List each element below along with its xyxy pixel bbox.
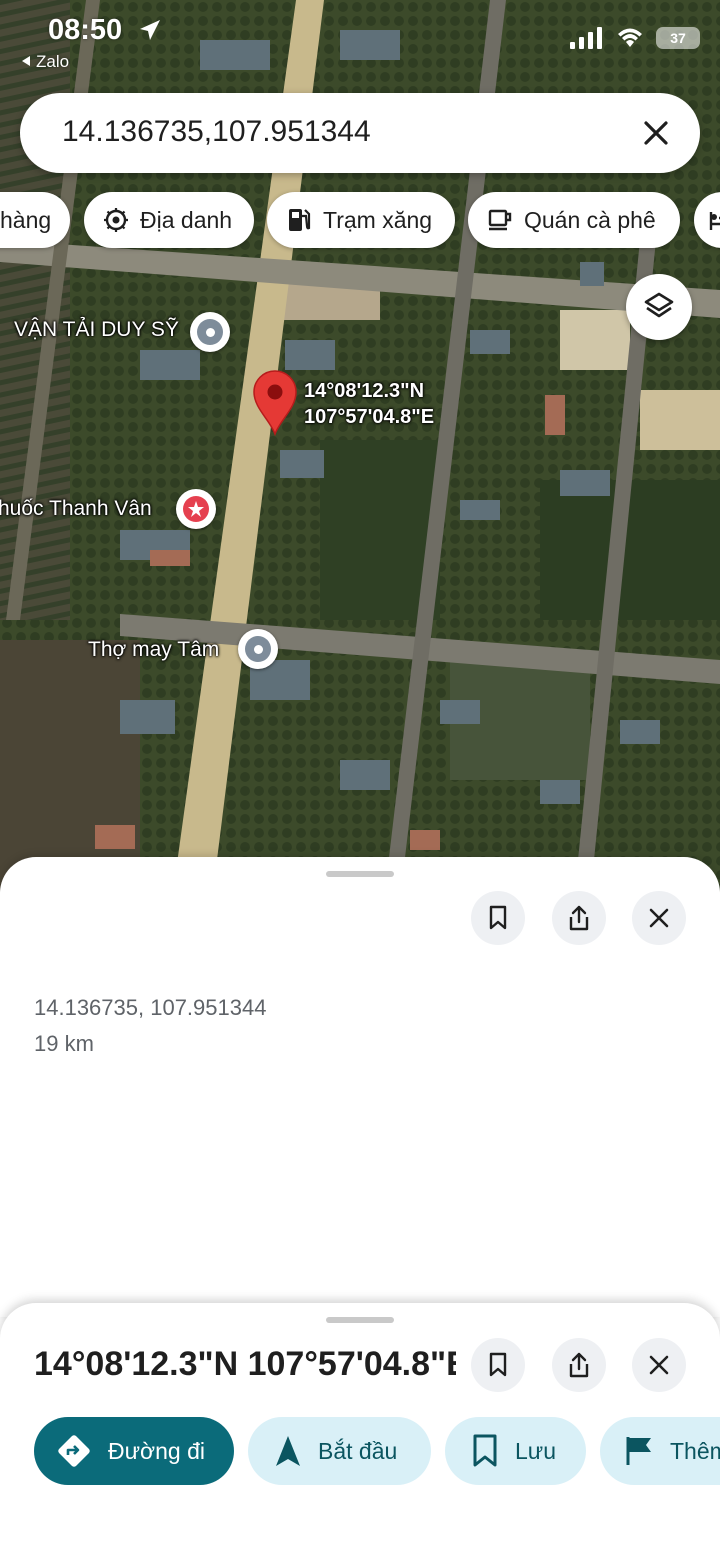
action-label: Đường đi	[108, 1437, 205, 1464]
poi-label[interactable]: huốc Thanh Vân	[0, 497, 152, 521]
add-label-button[interactable]: Thêm nhãn	[600, 1417, 720, 1485]
search-input[interactable]: 14.136735,107.951344	[62, 115, 371, 149]
bookmark-icon	[473, 1434, 497, 1467]
battery-icon: 37	[656, 27, 700, 49]
action-label: Thêm nhãn	[670, 1437, 720, 1464]
pharmacy-marker-icon[interactable]	[176, 489, 216, 529]
back-arrow-icon	[22, 56, 30, 66]
chip-shop[interactable]: hàng	[0, 192, 70, 248]
pharmacy-icon	[188, 501, 204, 517]
chip-label: hàng	[0, 206, 52, 233]
poi-label[interactable]: Thợ may Tâm	[88, 638, 219, 662]
status-bar: 08:50 Zalo 37	[0, 0, 720, 80]
chip-landmark[interactable]: Địa danh	[84, 192, 254, 248]
hotel-icon	[709, 212, 720, 230]
category-chips: hàng Địa danh Trạm xăng Quán cà phê	[0, 192, 720, 248]
chip-label: Địa danh	[140, 206, 233, 233]
navigation-arrow-icon	[276, 1436, 300, 1466]
chip-label: Trạm xăng	[323, 206, 433, 233]
place-coordinates: 14.136735, 107.951344	[34, 995, 267, 1020]
gas-station-icon	[289, 209, 311, 231]
back-to-app[interactable]: Zalo	[22, 52, 69, 72]
bookmark-icon	[489, 1352, 507, 1377]
chip-more[interactable]	[694, 192, 720, 248]
poi-marker-icon[interactable]	[238, 629, 278, 669]
sheet-drag-handle[interactable]	[326, 1317, 394, 1323]
signal-icon	[570, 27, 602, 49]
bookmark-icon	[489, 905, 507, 930]
location-arrow-icon	[140, 20, 160, 40]
share-icon	[569, 905, 589, 931]
poi-label[interactable]: VẬN TẢI DUY SỸ	[14, 318, 179, 342]
save-button[interactable]	[471, 1338, 525, 1392]
chip-label: Quán cà phê	[524, 206, 656, 233]
chip-coffee[interactable]: Quán cà phê	[468, 192, 680, 248]
action-label: Lưu	[515, 1437, 556, 1464]
share-button[interactable]	[552, 891, 606, 945]
layers-icon	[644, 292, 674, 318]
landmark-icon	[104, 208, 128, 232]
share-button[interactable]	[552, 1338, 606, 1392]
place-details-sheet[interactable]: 14.136735, 107.951344 19 km	[0, 857, 720, 1317]
close-button[interactable]	[632, 891, 686, 945]
chip-gas-station[interactable]: Trạm xăng	[267, 192, 455, 248]
start-navigation-button[interactable]: Bắt đầu	[248, 1417, 431, 1485]
close-icon	[649, 1355, 669, 1375]
pin-latitude: 14°08'12.3"N	[304, 380, 425, 402]
flag-icon	[626, 1437, 651, 1465]
pin-coordinate-label: 14°08'12.3"N 107°57'04.8"E	[304, 378, 434, 430]
back-app-label: Zalo	[36, 52, 70, 71]
status-time: 08:50	[48, 14, 123, 46]
close-icon	[649, 908, 669, 928]
status-icons: 37	[570, 27, 700, 49]
save-button[interactable]	[471, 891, 525, 945]
directions-icon	[58, 1435, 90, 1467]
place-peek-sheet[interactable]: 14°08'12.3"N 107°57'04.8"E Đường đi Bắt …	[0, 1303, 720, 1557]
action-buttons-row: Đường đi Bắt đầu Lưu Thêm nhãn	[0, 1417, 720, 1487]
pin-longitude: 107°57'04.8"E	[304, 406, 435, 428]
clear-search-icon[interactable]	[638, 115, 674, 151]
place-distance: 19 km	[34, 1031, 94, 1056]
close-button[interactable]	[632, 1338, 686, 1392]
dropped-pin-icon[interactable]	[252, 370, 298, 436]
action-label: Bắt đầu	[318, 1437, 398, 1464]
share-icon	[569, 1352, 589, 1378]
poi-marker-icon[interactable]	[190, 312, 230, 352]
map-layers-button[interactable]	[626, 274, 692, 340]
satellite-map[interactable]: 08:50 Zalo 37 14.136735,107.951344 hàng …	[0, 0, 720, 900]
wifi-icon	[618, 28, 642, 47]
search-bar[interactable]: 14.136735,107.951344	[20, 93, 700, 173]
save-place-button[interactable]: Lưu	[445, 1417, 586, 1485]
coffee-icon	[488, 209, 512, 231]
sheet-drag-handle[interactable]	[326, 871, 394, 877]
directions-button[interactable]: Đường đi	[34, 1417, 234, 1485]
place-title: 14°08'12.3"N 107°57'04.8"E	[34, 1345, 456, 1383]
